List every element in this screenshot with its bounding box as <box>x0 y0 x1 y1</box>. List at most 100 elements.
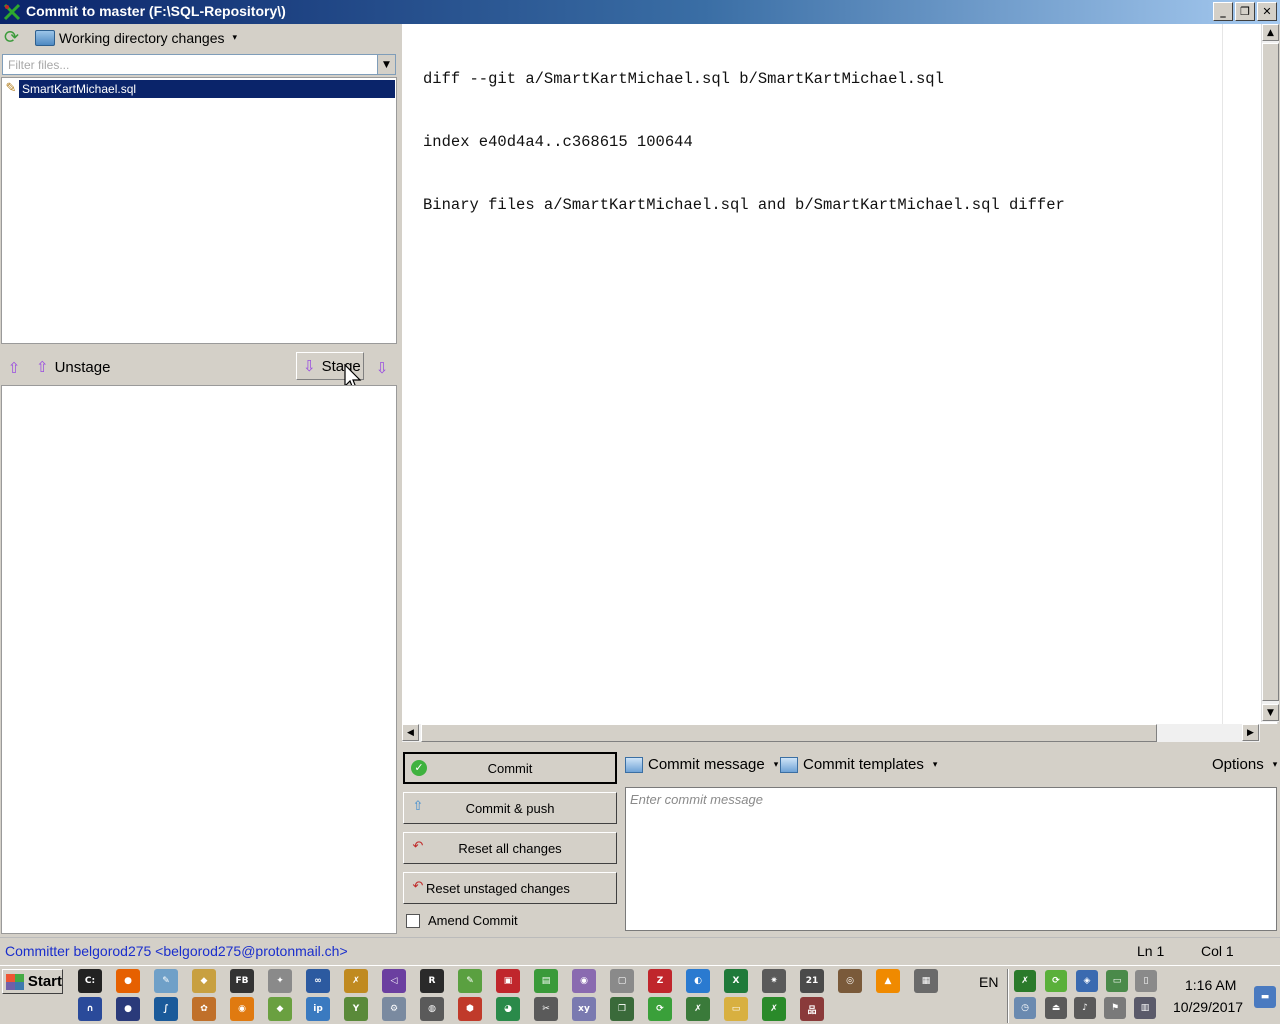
amend-checkbox[interactable] <box>406 913 420 928</box>
tool-icon[interactable]: ⚙ <box>382 997 406 1021</box>
close-button[interactable]: ✕ <box>1257 2 1277 21</box>
title-bar[interactable]: Commit to master (F:\SQL-Repository\) _ … <box>0 0 1280 24</box>
git-extensions-icon[interactable]: ✗ <box>686 997 710 1021</box>
commit-message-input[interactable] <box>626 788 1276 930</box>
blender-icon[interactable]: ◉ <box>230 997 254 1021</box>
disc-icon[interactable]: ◉ <box>572 969 596 993</box>
shield-icon[interactable]: ⬢ <box>458 997 482 1021</box>
tray-git-icon[interactable]: ✗ <box>1014 970 1036 992</box>
stage-button[interactable]: ⇩ Stage <box>296 352 364 380</box>
tray-network-icon[interactable]: ◈ <box>1076 970 1098 992</box>
explorer-icon[interactable]: ◆ <box>192 969 216 993</box>
xy-icon[interactable]: xy <box>572 997 596 1021</box>
tray-display-icon[interactable]: ▥ <box>1134 997 1156 1019</box>
unstage-all-button[interactable]: ⇧ <box>3 357 25 379</box>
filter-files-input[interactable] <box>3 55 373 74</box>
clock-time[interactable]: 1:16 AM <box>1185 977 1236 993</box>
unstage-button[interactable]: ⇧ Unstage <box>32 354 114 380</box>
chart-tool-icon[interactable]: ✗ <box>344 969 368 993</box>
show-desktop-icon[interactable]: ▬ <box>1254 986 1276 1008</box>
minimize-button[interactable]: _ <box>1213 2 1233 21</box>
tray-mouse-icon[interactable]: ▯ <box>1135 970 1157 992</box>
vlc-icon[interactable]: ▲ <box>876 969 900 993</box>
reset-unstaged-label: Reset unstaged changes <box>426 880 570 896</box>
commit-button[interactable]: ✓ Commit <box>403 752 617 784</box>
excel-icon[interactable]: X <box>724 969 748 993</box>
diff-view[interactable]: diff --git a/SmartKartMichael.sql b/Smar… <box>402 24 1278 724</box>
committer-link[interactable]: Committer belgorod275 <belgorod275@proto… <box>5 943 348 959</box>
clock-date[interactable]: 10/29/2017 <box>1173 999 1243 1015</box>
fork-icon[interactable]: Y <box>344 997 368 1021</box>
tray-usb-icon[interactable]: ⏏ <box>1045 997 1067 1019</box>
globe-icon[interactable]: ◐ <box>686 969 710 993</box>
commit-message-dropdown[interactable]: Commit message ▾ <box>625 756 778 773</box>
fb-icon[interactable]: FB <box>230 969 254 993</box>
options-dropdown[interactable]: Options ▾ <box>1212 756 1277 773</box>
sync-icon[interactable]: ⟳ <box>648 997 672 1021</box>
ip-icon[interactable]: ip <box>306 997 330 1021</box>
filezilla-icon[interactable]: Z <box>648 969 672 993</box>
vertical-scroll-thumb[interactable] <box>1262 43 1279 701</box>
diamond-icon[interactable]: ◆ <box>268 997 292 1021</box>
language-indicator[interactable]: EN <box>979 974 998 990</box>
working-directory-dropdown[interactable]: Working directory changes ▾ <box>32 27 240 49</box>
amend-commit-option[interactable]: Amend Commit <box>406 913 518 928</box>
commit-push-label: Commit & push <box>465 800 555 816</box>
restore-button[interactable]: ❐ <box>1235 2 1255 21</box>
commit-templates-dropdown[interactable]: Commit templates ▾ <box>780 756 937 773</box>
visual-studio-icon[interactable]: ◁ <box>382 969 406 993</box>
link-icon[interactable]: ∞ <box>306 969 330 993</box>
sheet-icon[interactable]: ▤ <box>534 969 558 993</box>
tray-volume-icon[interactable]: ♪ <box>1074 997 1096 1019</box>
wrench-icon[interactable]: ✂ <box>534 997 558 1021</box>
satellite-icon[interactable]: ✷ <box>762 969 786 993</box>
chevron-down-icon: ▾ <box>932 759 938 770</box>
console-icon[interactable]: C: <box>78 969 102 993</box>
file-row[interactable]: ✎ SmartKartMichael.sql <box>3 79 395 99</box>
tray-sync-icon[interactable]: ⟳ <box>1045 970 1067 992</box>
git-commit-icon[interactable]: ✗ <box>762 997 786 1021</box>
film-icon[interactable]: ◎ <box>838 969 862 993</box>
map-icon[interactable]: ▦ <box>914 969 938 993</box>
arrow-down-icon: ⇩ <box>303 357 316 375</box>
git-extensions-icon <box>3 3 21 21</box>
scroll-right-button[interactable]: ▶ <box>1242 724 1259 741</box>
tray-clock-icon[interactable]: ◷ <box>1014 997 1036 1019</box>
paint-icon[interactable]: ✿ <box>192 997 216 1021</box>
refresh-icon[interactable]: ⟳ <box>4 28 24 48</box>
tools-icon[interactable]: ✦ <box>268 969 292 993</box>
reset-all-button[interactable]: ↶ Reset all changes <box>403 832 617 864</box>
headphones-icon[interactable]: ∩ <box>78 997 102 1021</box>
staged-files-list[interactable] <box>1 385 397 934</box>
save-icon[interactable]: ▣ <box>496 969 520 993</box>
reset-unstaged-button[interactable]: ↶ Reset unstaged changes <box>403 872 617 904</box>
chevron-down-icon: ▾ <box>232 33 238 43</box>
unstaged-files-list[interactable]: ✎ SmartKartMichael.sql <box>1 77 397 344</box>
tray-monitor-icon[interactable]: ▭ <box>1106 970 1128 992</box>
ball-icon[interactable]: ◍ <box>420 997 444 1021</box>
tray-flag-icon[interactable]: ⚑ <box>1104 997 1126 1019</box>
edit-icon[interactable]: ✎ <box>458 969 482 993</box>
earth-icon[interactable]: ◕ <box>496 997 520 1021</box>
stage-all-button[interactable]: ⇩ <box>371 357 393 379</box>
window-icon[interactable]: ▢ <box>610 969 634 993</box>
start-button[interactable]: Start <box>2 969 63 994</box>
scroll-up-button[interactable]: ▲ <box>1262 24 1279 41</box>
sphere-icon[interactable]: ● <box>116 997 140 1021</box>
scroll-left-button[interactable]: ◀ <box>402 724 419 741</box>
calendar-icon[interactable]: 21 <box>800 969 824 993</box>
horizontal-scrollbar[interactable]: ◀ ▶ <box>402 724 1260 742</box>
app-icon[interactable]: 品 <box>800 997 824 1021</box>
notepad-icon[interactable]: ✎ <box>154 969 178 993</box>
vertical-scrollbar[interactable]: ▲ ▼ <box>1261 24 1279 722</box>
filter-dropdown-button[interactable]: ▼ <box>377 55 395 74</box>
copy-icon[interactable]: ❐ <box>610 997 634 1021</box>
horizontal-scroll-thumb[interactable] <box>421 724 1157 742</box>
curve-icon[interactable]: ∫ <box>154 997 178 1021</box>
chevron-down-icon: ▾ <box>1272 759 1278 770</box>
scroll-down-button[interactable]: ▼ <box>1262 704 1279 721</box>
firefox-icon[interactable]: ● <box>116 969 140 993</box>
folder-icon[interactable]: ▭ <box>724 997 748 1021</box>
r-icon[interactable]: R <box>420 969 444 993</box>
commit-push-button[interactable]: ⇧ Commit & push <box>403 792 617 824</box>
